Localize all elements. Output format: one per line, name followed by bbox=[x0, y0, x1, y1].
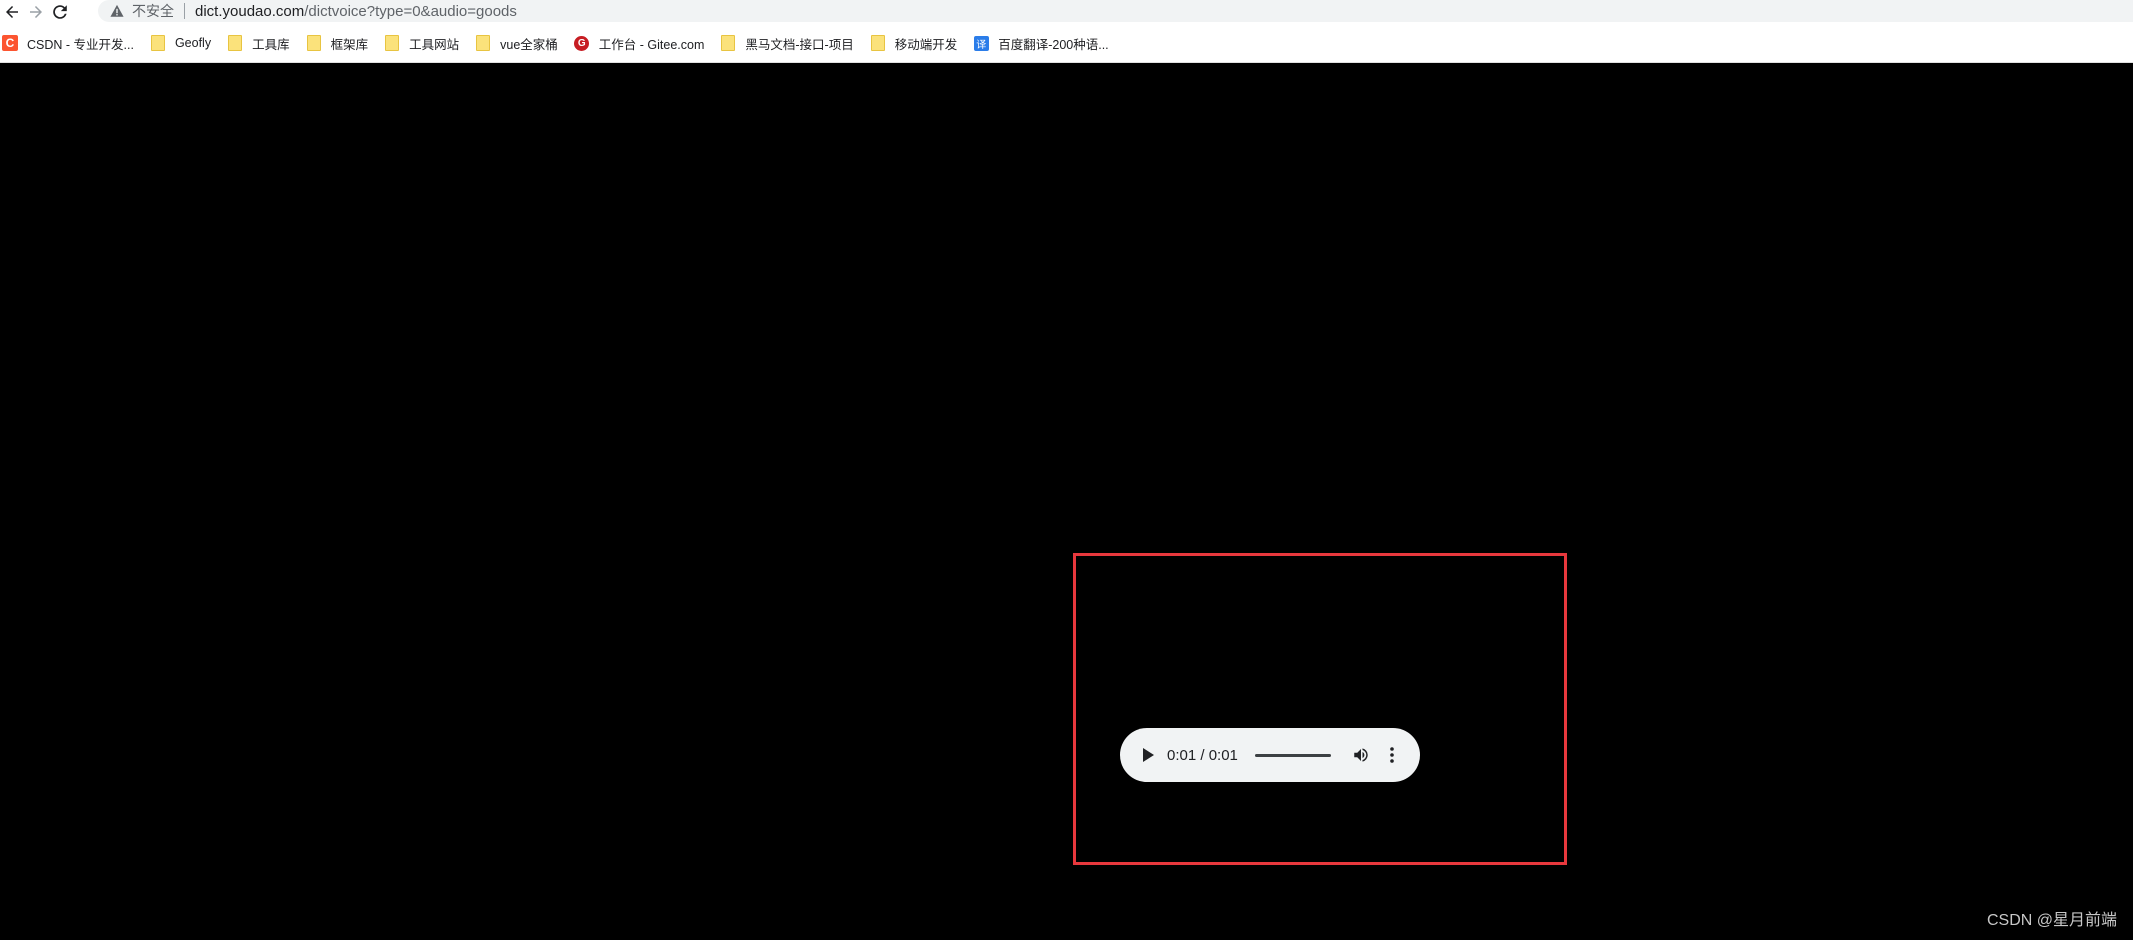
bookmark-label: 工具库 bbox=[252, 37, 290, 52]
bookmark-label: 移动端开发 bbox=[894, 37, 958, 52]
bookmark-label: vue全家桶 bbox=[500, 37, 558, 52]
progress-slider[interactable] bbox=[1254, 753, 1331, 757]
bookmark-label: CSDN - 专业开发... bbox=[27, 37, 134, 52]
page-viewport bbox=[0, 63, 2133, 940]
bookmark-tool-lib[interactable]: 工具库 bbox=[225, 30, 298, 56]
bookmark-heima-docs[interactable]: 黑马文档-接口-项目 bbox=[718, 30, 861, 56]
arrow-right-icon bbox=[30, 6, 42, 18]
audio-player[interactable]: 0:01 / 0:01 bbox=[1120, 728, 1420, 782]
folder-icon bbox=[306, 35, 322, 51]
bookmark-baidu-translate[interactable]: 译 百度翻译-200种语... bbox=[971, 30, 1116, 56]
bookmark-tool-sites[interactable]: 工具网站 bbox=[382, 30, 467, 56]
arrow-left-icon bbox=[6, 6, 18, 18]
fanyi-icon: 译 bbox=[973, 35, 989, 51]
folder-icon bbox=[475, 35, 491, 51]
security-status-label[interactable]: 不安全 bbox=[132, 1, 174, 21]
forward-button[interactable] bbox=[24, 0, 48, 24]
omnibox-divider bbox=[184, 3, 185, 19]
folder-icon bbox=[720, 35, 736, 51]
reload-icon bbox=[53, 5, 67, 19]
csdn-icon: C bbox=[2, 35, 18, 51]
bookmark-csdn[interactable]: C CSDN - 专业开发... bbox=[0, 30, 142, 56]
volume-button[interactable] bbox=[1351, 745, 1371, 765]
url-path: /dictvoice?type=0&audio=goods bbox=[304, 2, 517, 20]
browser-toolbar: 不安全 dict.youdao.com/dictvoice?type=0&aud… bbox=[0, 0, 2133, 24]
time-display: 0:01 / 0:01 bbox=[1167, 746, 1238, 764]
address-bar[interactable]: 不安全 dict.youdao.com/dictvoice?type=0&aud… bbox=[98, 0, 2133, 22]
gitee-icon: G bbox=[574, 35, 590, 51]
more-options-button[interactable] bbox=[1385, 745, 1399, 765]
bookmark-label: 工作台 - Gitee.com bbox=[598, 37, 705, 52]
bookmark-vue[interactable]: vue全家桶 bbox=[473, 30, 566, 56]
bookmark-label: 工具网站 bbox=[409, 37, 460, 52]
bookmark-label: 黑马文档-接口-项目 bbox=[745, 37, 854, 52]
bookmark-mobile-dev[interactable]: 移动端开发 bbox=[868, 30, 966, 56]
bookmark-gitee[interactable]: G 工作台 - Gitee.com bbox=[572, 30, 713, 56]
url-host: dict.youdao.com bbox=[195, 2, 305, 20]
bookmark-geofly[interactable]: Geofly bbox=[148, 30, 219, 56]
back-button[interactable] bbox=[0, 0, 24, 24]
bookmark-framework-lib[interactable]: 框架库 bbox=[304, 30, 377, 56]
folder-icon bbox=[870, 35, 886, 51]
folder-icon bbox=[227, 35, 243, 51]
more-vertical-icon bbox=[1390, 747, 1394, 763]
highlight-annotation-box bbox=[1073, 553, 1567, 865]
bookmark-label: 百度翻译-200种语... bbox=[998, 37, 1109, 52]
play-button[interactable] bbox=[1139, 746, 1157, 764]
bookmark-label: Geofly bbox=[174, 36, 212, 50]
reload-button[interactable] bbox=[48, 0, 72, 24]
url-text[interactable]: dict.youdao.com/dictvoice?type=0&audio=g… bbox=[195, 3, 517, 20]
play-icon bbox=[1143, 748, 1154, 762]
volume-icon bbox=[1354, 748, 1368, 762]
folder-icon bbox=[384, 35, 400, 51]
bookmark-label: 框架库 bbox=[330, 37, 369, 52]
warning-triangle-icon[interactable] bbox=[110, 4, 124, 18]
folder-icon bbox=[150, 35, 166, 51]
csdn-watermark: CSDN @星月前端 bbox=[1986, 912, 2117, 929]
bookmarks-bar: C CSDN - 专业开发... Geofly 工具库 框架库 工具网站 vue… bbox=[0, 24, 2133, 63]
